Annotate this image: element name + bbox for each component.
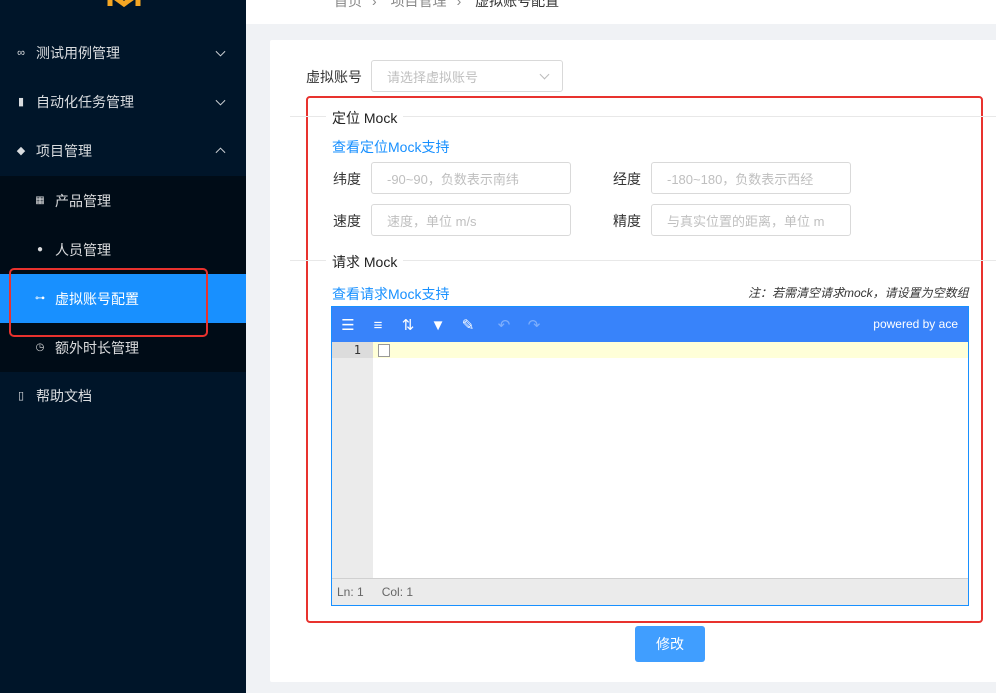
redo-icon[interactable]: ↷ <box>524 315 544 335</box>
wrench-icon[interactable]: ✎ <box>458 315 478 335</box>
editor-gutter: 1 <box>332 342 373 578</box>
chevron-down-icon <box>215 95 226 106</box>
chevron-up-icon <box>215 146 226 157</box>
highlight-box-sidebar <box>9 268 208 337</box>
speed-input[interactable]: 速度，单位 m/s <box>371 204 571 236</box>
latitude-label: 纬度 <box>333 171 361 187</box>
longitude-placeholder: -180~180，负数表示西经 <box>667 171 814 187</box>
status-col: Col: 1 <box>381 585 414 599</box>
chevron-down-icon <box>215 46 226 57</box>
breadcrumb-home[interactable]: 首页 <box>334 0 362 9</box>
powered-by-text: powered by ace <box>873 317 958 331</box>
filter-icon[interactable]: ▼ <box>428 315 448 335</box>
account-select-placeholder: 请选择虚拟账号 <box>387 69 479 85</box>
book-icon: ▯ <box>17 390 25 402</box>
location-help-link[interactable]: 查看定位Mock支持 <box>332 137 449 157</box>
menu-item-label: 项目管理 <box>36 142 92 159</box>
grid-icon: ▦ <box>35 195 45 206</box>
account-label: 虚拟账号 <box>306 69 362 85</box>
accuracy-label: 精度 <box>613 213 641 229</box>
menu-toggle-icon[interactable] <box>274 0 296 2</box>
editor-statusbar: Ln: 1 Col: 1 <box>332 578 968 605</box>
logo-icon <box>107 0 141 8</box>
status-line: Ln: 1 <box>337 585 364 599</box>
submit-button[interactable]: 修改 <box>635 626 705 662</box>
breadcrumb: 首页 › 项目管理 › 虚拟账号配置 <box>334 0 569 11</box>
request-help-link[interactable]: 查看请求Mock支持 <box>332 284 449 304</box>
header: 首页 › 项目管理 › 虚拟账号配置 <box>246 0 996 24</box>
latitude-placeholder: -90~90，负数表示南纬 <box>387 171 519 187</box>
breadcrumb-projects[interactable]: 项目管理 <box>391 0 447 9</box>
menu-item-label: 自动化任务管理 <box>36 93 134 110</box>
undo-icon[interactable]: ↶ <box>494 315 514 335</box>
team-icon: ● <box>36 244 44 255</box>
format-icon[interactable]: ☰ <box>338 315 358 335</box>
chevron-down-icon <box>539 69 550 80</box>
accuracy-placeholder: 与真实位置的距离，单位 m <box>667 213 825 229</box>
submenu-item-label: 产品管理 <box>55 192 111 209</box>
menu-item-automation[interactable]: ▮ 自动化任务管理 <box>0 77 246 126</box>
menu-item-test-cases[interactable]: ∞ 测试用例管理 <box>0 28 246 77</box>
bar-chart-icon: ▮ <box>17 96 25 108</box>
sort-icon[interactable]: ⇅ <box>398 315 418 335</box>
longitude-label: 经度 <box>613 171 641 187</box>
section-title-location: 定位 Mock <box>326 108 404 128</box>
text-cursor <box>378 344 390 357</box>
submenu-item-label: 人员管理 <box>55 241 111 258</box>
submenu-item-members[interactable]: ● 人员管理 <box>0 225 246 274</box>
compact-icon[interactable]: ≡ <box>368 315 388 335</box>
menu-item-label: 测试用例管理 <box>36 44 120 61</box>
json-editor[interactable]: ☰ ≡ ⇅ ▼ ✎ ↶ ↷ powered by ace 1 Ln: 1 Col… <box>331 306 969 606</box>
menu-item-help-docs[interactable]: ▯ 帮助文档 <box>0 371 246 420</box>
infinity-icon: ∞ <box>17 46 25 59</box>
active-line <box>373 342 968 358</box>
menu-item-label: 帮助文档 <box>36 387 92 404</box>
speed-label: 速度 <box>333 213 361 229</box>
menu-item-projects[interactable]: ◆ 项目管理 <box>0 126 246 175</box>
clock-icon: ◷ <box>35 342 45 353</box>
submenu-item-products[interactable]: ▦ 产品管理 <box>0 176 246 225</box>
latitude-input[interactable]: -90~90，负数表示南纬 <box>371 162 571 194</box>
line-number: 1 <box>332 342 373 358</box>
sidebar: ∞ 测试用例管理 ▮ 自动化任务管理 ◆ 项目管理 ▦ 产品管理 ● 人员管理 … <box>0 0 246 693</box>
submenu-item-label: 额外时长管理 <box>55 339 139 356</box>
speed-placeholder: 速度，单位 m/s <box>387 213 477 229</box>
request-note: 注：若需清空请求mock，请设置为空数组 <box>748 286 969 300</box>
editor-toolbar: ☰ ≡ ⇅ ▼ ✎ ↶ ↷ powered by ace <box>332 307 968 342</box>
section-title-request: 请求 Mock <box>326 252 404 272</box>
longitude-input[interactable]: -180~180，负数表示西经 <box>651 162 851 194</box>
breadcrumb-current: 虚拟账号配置 <box>475 0 560 9</box>
accuracy-input[interactable]: 与真实位置的距离，单位 m <box>651 204 851 236</box>
account-select[interactable]: 请选择虚拟账号 <box>371 60 563 92</box>
layers-icon: ◆ <box>16 145 26 157</box>
